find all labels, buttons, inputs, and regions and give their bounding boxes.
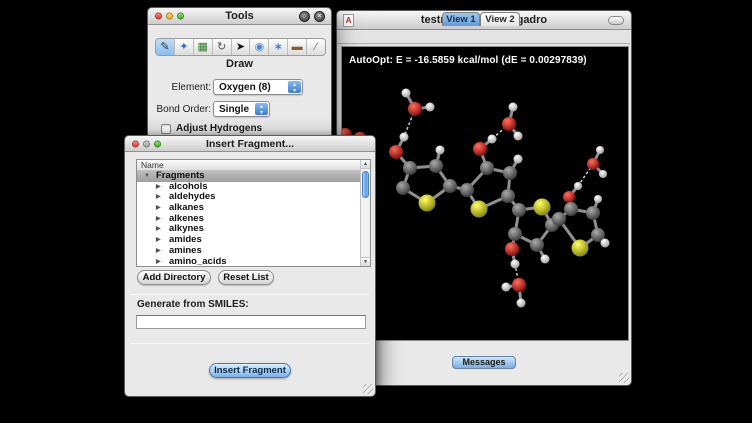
draw-tool[interactable]: ✎ xyxy=(156,39,175,55)
tab-view-2[interactable]: View 2 xyxy=(480,12,520,26)
fragment-tree-list: Name ▼ Fragments ▶ alcohols ▶ aldehydes … xyxy=(136,159,371,267)
bond-order-dropdown[interactable]: Single ▲▼ xyxy=(213,101,270,117)
desktop: A testmol2.xyz - Avogadro View 1 View 2 … xyxy=(0,0,752,423)
align-tool[interactable]: ∕ xyxy=(307,39,325,55)
gl-3d-view[interactable]: AutoOpt: E = -16.5859 kcal/mol (dE = 0.0… xyxy=(341,46,629,341)
collapsed-triangle-icon[interactable]: ▶ xyxy=(156,192,161,203)
selection-tool[interactable]: ➤ xyxy=(232,39,251,55)
close-button[interactable]: × xyxy=(314,11,325,22)
column-header-name[interactable]: Name xyxy=(137,160,360,171)
dropdown-stepper-icon: ▲▼ xyxy=(255,103,268,115)
tree-row[interactable]: ▶ amino_acids xyxy=(137,257,360,267)
element-dropdown[interactable]: Oxygen (8) ▲▼ xyxy=(213,79,303,95)
collapsed-triangle-icon[interactable]: ▶ xyxy=(156,224,161,235)
adjust-hydrogens-checkbox[interactable] xyxy=(161,124,171,134)
tree-rows: ▼ Fragments ▶ alcohols ▶ aldehydes ▶ alk… xyxy=(137,171,360,266)
resize-grip[interactable] xyxy=(619,373,629,383)
auto-rotate-tool[interactable]: ↻ xyxy=(213,39,232,55)
autoopt-status-text: AutoOpt: E = -16.5859 kcal/mol (dE = 0.0… xyxy=(349,55,587,66)
ruler-icon: ▬ xyxy=(292,41,303,53)
scroll-thumb[interactable] xyxy=(362,171,369,198)
navigate-tool[interactable]: ✦ xyxy=(175,39,194,55)
bond-order-value: Single xyxy=(219,103,249,116)
scroll-up-icon[interactable]: ▲ xyxy=(361,160,370,169)
smiles-label: Generate from SMILES: xyxy=(137,299,249,310)
bond-order-label: Bond Order: xyxy=(148,104,211,115)
tool-section-title: Draw xyxy=(148,58,331,70)
molecule-render xyxy=(342,47,628,340)
gear-icon: ∗ xyxy=(274,41,283,53)
spheres-icon: ◉ xyxy=(255,41,265,53)
manipulate-tool[interactable]: ◉ xyxy=(250,39,269,55)
collapsed-triangle-icon[interactable]: ▶ xyxy=(156,246,161,257)
scroll-down-icon[interactable]: ▼ xyxy=(361,257,370,266)
navigate-icon: ✦ xyxy=(179,41,188,53)
collapsed-triangle-icon[interactable]: ▶ xyxy=(156,203,161,214)
resize-grip[interactable] xyxy=(363,384,373,394)
float-button[interactable]: ○ xyxy=(299,11,310,22)
auto-optimize-tool[interactable]: ∗ xyxy=(269,39,288,55)
pencil-icon: ✎ xyxy=(160,41,169,53)
tools-titlebar[interactable]: Tools ○ × xyxy=(148,8,331,25)
expanded-triangle-icon[interactable]: ▼ xyxy=(144,171,150,182)
cursor-icon: ➤ xyxy=(236,41,245,53)
adjust-hydrogens-label: Adjust Hydrogens xyxy=(176,123,262,134)
dropdown-stepper-icon: ▲▼ xyxy=(288,81,301,93)
avogadro-main-window: A testmol2.xyz - Avogadro View 1 View 2 … xyxy=(336,10,632,386)
bond-centric-tool[interactable]: ▦ xyxy=(194,39,213,55)
add-directory-button[interactable]: Add Directory xyxy=(137,270,211,285)
divider xyxy=(131,343,369,344)
scrollbar[interactable]: ▲ ▼ xyxy=(360,160,370,266)
tool-strip: ✎ ✦ ▦ ↻ ➤ ◉ ∗ ▬ ∕ xyxy=(155,38,326,56)
window-title: Insert Fragment... xyxy=(125,138,375,150)
tabbar-groove xyxy=(338,43,630,44)
tools-window: Tools ○ × ✎ ✦ ▦ ↻ ➤ ◉ ∗ ▬ ∕ Draw Element… xyxy=(147,7,332,147)
rotate-icon: ↻ xyxy=(217,41,226,53)
insert-fragment-button[interactable]: Insert Fragment xyxy=(209,363,291,378)
measure-tool[interactable]: ▬ xyxy=(288,39,307,55)
messages-button[interactable]: Messages xyxy=(452,356,516,369)
insert-fragment-window: Insert Fragment... Name ▼ Fragments ▶ al… xyxy=(124,135,376,397)
chart-icon: ▦ xyxy=(198,41,208,53)
smiles-input[interactable] xyxy=(136,315,366,329)
view-tabbar xyxy=(338,30,630,46)
element-value: Oxygen (8) xyxy=(219,81,271,94)
toolbar-toggle-button[interactable] xyxy=(608,16,624,25)
tree-row[interactable]: ▶ amines xyxy=(137,246,360,257)
element-label: Element: xyxy=(148,82,211,93)
tab-view-1[interactable]: View 1 xyxy=(442,12,480,26)
divider xyxy=(131,294,369,295)
collapsed-triangle-icon[interactable]: ▶ xyxy=(156,235,161,246)
reset-list-button[interactable]: Reset List xyxy=(218,270,274,285)
align-icon: ∕ xyxy=(315,41,317,53)
collapsed-triangle-icon[interactable]: ▶ xyxy=(156,182,161,193)
collapsed-triangle-icon[interactable]: ▶ xyxy=(156,214,161,225)
dock-buttons: ○ × xyxy=(299,11,325,22)
collapsed-triangle-icon[interactable]: ▶ xyxy=(156,257,161,267)
fragment-titlebar[interactable]: Insert Fragment... xyxy=(125,136,375,152)
